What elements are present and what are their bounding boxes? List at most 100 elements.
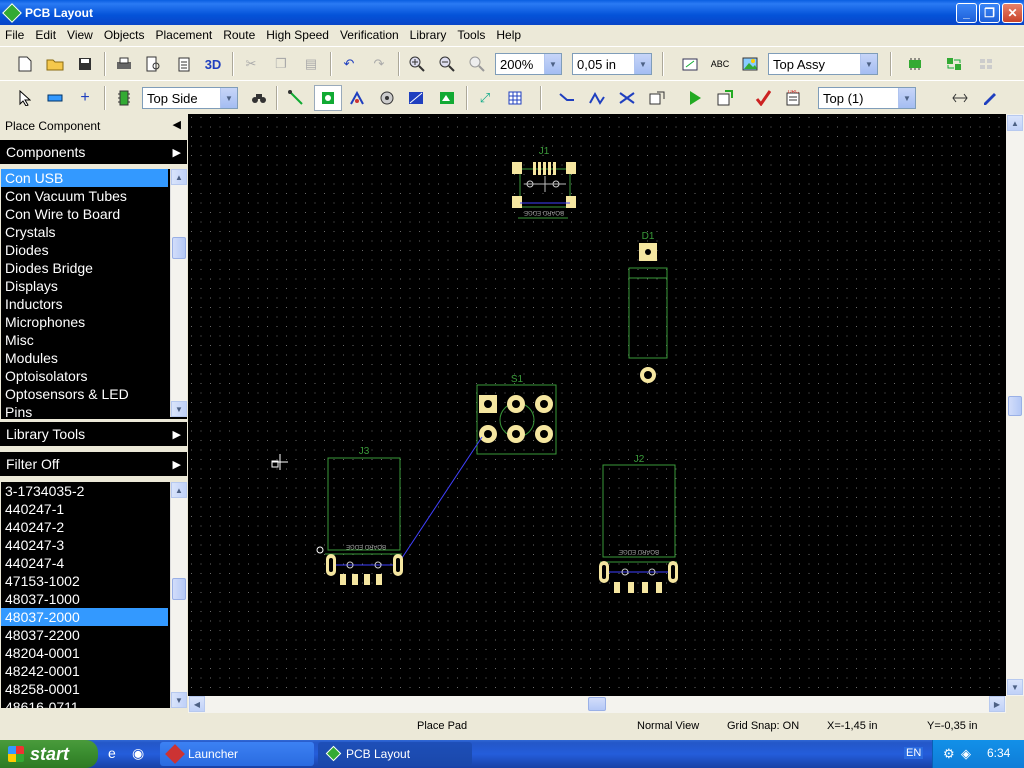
scroll-up-icon[interactable]: ▲ (171, 169, 187, 185)
menu-library[interactable]: Library (405, 28, 453, 42)
chevron-right-icon[interactable]: ▶ (173, 458, 181, 471)
board-side-select[interactable]: Top Side ▼ (142, 87, 238, 109)
run-icon[interactable] (684, 87, 706, 109)
part-item[interactable]: 48037-2000 (1, 608, 168, 626)
print-icon[interactable] (113, 53, 135, 75)
cut-icon[interactable]: ✂ (240, 53, 262, 75)
part-item[interactable]: 3-1734035-2 (1, 482, 168, 500)
start-button[interactable]: start (0, 740, 98, 768)
part-item[interactable]: 440247-1 (1, 500, 168, 518)
redo-icon[interactable]: ↷ (368, 53, 390, 75)
export-icon[interactable] (714, 87, 736, 109)
spell-check-icon[interactable]: ABC (709, 53, 731, 75)
menu-view[interactable]: View (62, 28, 99, 42)
quick-launch-icon[interactable]: ◉ (132, 745, 144, 762)
part-item[interactable]: 48037-1000 (1, 590, 168, 608)
dimension-icon[interactable]: ⤢ (474, 87, 496, 109)
3d-view-button[interactable]: 3D (202, 53, 224, 75)
grid-size-select[interactable]: 0,05 in ▼ (572, 53, 652, 75)
category-item[interactable]: Crystals (1, 223, 168, 241)
vertical-scrollbar[interactable]: ▲ ▼ (1006, 114, 1024, 696)
binoculars-icon[interactable] (248, 87, 270, 109)
edit-pen-icon[interactable] (979, 87, 1001, 109)
scroll-thumb[interactable] (172, 578, 186, 600)
unroute-icon[interactable] (616, 87, 638, 109)
close-button[interactable]: ✕ (1002, 3, 1023, 23)
menu-objects[interactable]: Objects (99, 28, 151, 42)
menu-file[interactable]: File (0, 28, 30, 42)
new-file-icon[interactable] (14, 53, 36, 75)
category-item[interactable]: Inductors (1, 295, 168, 313)
library-tools-header[interactable]: Library Tools ▶ (0, 422, 187, 446)
menu-high-speed[interactable]: High Speed (261, 28, 335, 42)
part-scrollbar[interactable]: ▲ ▼ (170, 482, 187, 708)
scroll-down-icon[interactable]: ▼ (1007, 679, 1023, 695)
taskbar-item-pcb-layout[interactable]: PCB Layout (318, 742, 472, 766)
components-header[interactable]: Components ▶ (0, 140, 187, 164)
network-icon[interactable]: ⚙ (943, 746, 955, 762)
scroll-left-icon[interactable]: ◀ (189, 696, 205, 712)
part-item[interactable]: 440247-2 (1, 518, 168, 536)
drc-report-icon[interactable]: DRC (782, 87, 804, 109)
place-pad-icon[interactable] (314, 85, 342, 111)
copper-pour-icon[interactable] (405, 87, 427, 109)
image-icon[interactable] (739, 53, 761, 75)
maximize-button[interactable]: ❐ (979, 3, 1000, 23)
autoroute-icon[interactable] (586, 87, 608, 109)
report-icon[interactable] (173, 53, 195, 75)
category-item[interactable]: Con Vacuum Tubes (1, 187, 168, 205)
scroll-up-icon[interactable]: ▲ (171, 482, 187, 498)
category-item[interactable]: Optoisolators (1, 367, 168, 385)
save-icon[interactable] (74, 53, 96, 75)
category-item[interactable]: Pins (1, 403, 168, 419)
layer-select[interactable]: Top (1) ▼ (818, 87, 916, 109)
drc-check-icon[interactable] (752, 87, 774, 109)
select-arrow-icon[interactable] (14, 87, 36, 109)
menu-placement[interactable]: Placement (151, 28, 219, 42)
menu-route[interactable]: Route (218, 28, 261, 42)
language-indicator[interactable]: EN (904, 747, 924, 759)
part-item[interactable]: 440247-4 (1, 554, 168, 572)
part-item[interactable]: 48616-0711 (1, 698, 168, 708)
place-component-header[interactable]: Place Component ◀ (0, 114, 187, 138)
zoom-out-icon[interactable] (436, 53, 458, 75)
category-item[interactable]: Optosensors & LED (1, 385, 168, 403)
category-item[interactable]: Diodes Bridge (1, 259, 168, 277)
open-folder-icon[interactable] (44, 53, 66, 75)
clock[interactable]: 6:34 (987, 746, 1010, 760)
scroll-down-icon[interactable]: ▼ (171, 692, 187, 708)
title-bar[interactable]: PCB Layout _ ❐ ✕ (0, 0, 1024, 25)
route-trace-icon[interactable] (556, 87, 578, 109)
chevron-down-icon[interactable]: ▼ (860, 54, 877, 74)
chip-icon[interactable] (113, 87, 135, 109)
scroll-right-icon[interactable]: ▶ (989, 696, 1005, 712)
swap-component-icon[interactable] (943, 53, 965, 75)
flip-icon[interactable] (949, 87, 971, 109)
measure-icon[interactable] (44, 87, 66, 109)
properties-icon[interactable] (679, 53, 701, 75)
category-scrollbar[interactable]: ▲ ▼ (170, 169, 187, 417)
scroll-thumb[interactable] (172, 237, 186, 259)
chevron-down-icon[interactable]: ▼ (634, 54, 651, 74)
copy-icon[interactable]: ❐ (270, 53, 292, 75)
menu-help[interactable]: Help (491, 28, 527, 42)
minimize-button[interactable]: _ (956, 3, 977, 23)
net-icon[interactable] (646, 87, 668, 109)
part-item[interactable]: 48242-0001 (1, 662, 168, 680)
part-item[interactable]: 48204-0001 (1, 644, 168, 662)
part-item[interactable]: 47153-1002 (1, 572, 168, 590)
layer-view-select[interactable]: Top Assy ▼ (768, 53, 878, 75)
horizontal-scrollbar[interactable]: ◀ ▶ (188, 696, 1006, 713)
chevron-down-icon[interactable]: ▼ (544, 54, 561, 74)
paste-icon[interactable]: ▤ (300, 53, 322, 75)
category-item[interactable]: Displays (1, 277, 168, 295)
chevron-right-icon[interactable]: ▶ (173, 428, 181, 441)
category-item[interactable]: Diodes (1, 241, 168, 259)
route-line-icon[interactable] (285, 87, 307, 109)
scroll-thumb[interactable] (1008, 396, 1022, 416)
collapse-left-icon[interactable]: ◀ (173, 118, 181, 131)
arc-icon[interactable] (346, 87, 368, 109)
zoom-in-icon[interactable] (406, 53, 428, 75)
filter-header[interactable]: Filter Off ▶ (0, 452, 187, 476)
table-icon[interactable] (504, 87, 526, 109)
